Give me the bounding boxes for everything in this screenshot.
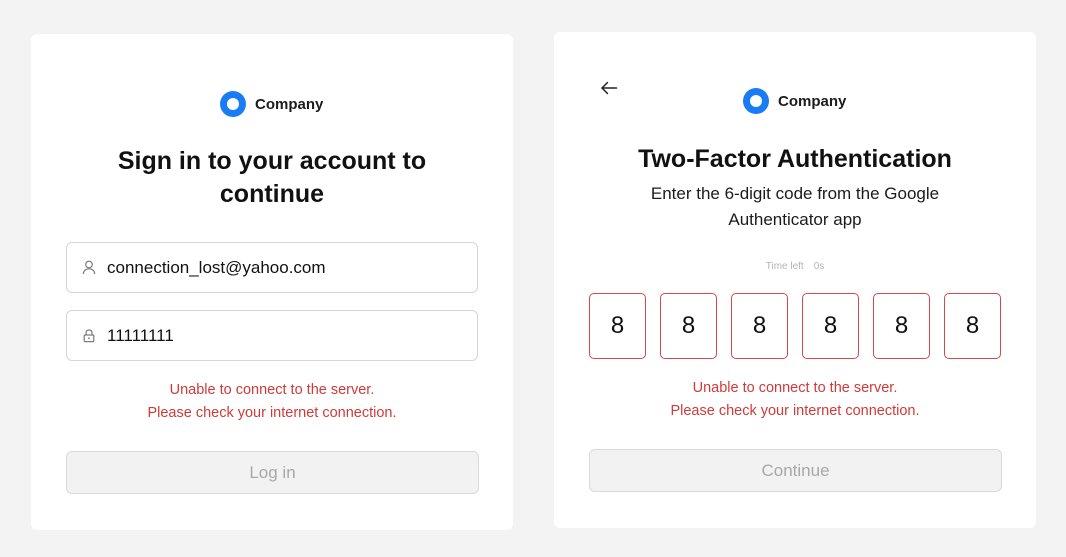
email-field[interactable] <box>66 242 478 293</box>
two-factor-card: Company Two-Factor Authentication Enter … <box>554 32 1036 528</box>
subtitle-line-1: Enter the 6-digit code from the Google <box>650 184 940 203</box>
company-logo-icon <box>743 88 769 114</box>
error-line-1: Unable to connect to the server. <box>169 382 375 398</box>
error-message: Unable to connect to the server. Please … <box>31 379 513 425</box>
error-line-2: Please check your internet connection. <box>147 405 397 421</box>
code-digit-input[interactable]: 8 <box>944 293 1001 359</box>
code-digit-input[interactable]: 8 <box>589 293 646 359</box>
code-input-group: 8 8 8 8 8 8 <box>589 293 1001 359</box>
code-digit-input[interactable]: 8 <box>660 293 717 359</box>
lock-icon <box>81 328 97 344</box>
subtitle-line-2: Authenticator app <box>728 210 862 229</box>
timer-value: 0s <box>813 261 825 272</box>
countdown-timer: Time left 0s <box>554 261 1036 272</box>
login-button[interactable]: Log in <box>66 451 479 494</box>
code-digit-input[interactable]: 8 <box>731 293 788 359</box>
user-icon <box>81 260 97 276</box>
page-subtitle: Enter the 6-digit code from the Google A… <box>554 181 1036 233</box>
page-title: Two-Factor Authentication <box>638 145 952 173</box>
brand: Company <box>220 91 323 117</box>
page-title: Sign in to your account to continue <box>31 145 513 211</box>
brand-name: Company <box>255 95 324 113</box>
arrow-left-icon[interactable] <box>598 77 620 99</box>
timer-label: Time left <box>765 261 804 272</box>
code-digit-input[interactable]: 8 <box>802 293 859 359</box>
password-input[interactable] <box>107 325 477 346</box>
password-field[interactable] <box>66 310 478 361</box>
error-message: Unable to connect to the server. Please … <box>554 377 1036 423</box>
code-digit-input[interactable]: 8 <box>873 293 930 359</box>
title-line-1: Sign in to your account to <box>117 147 427 175</box>
continue-button[interactable]: Continue <box>589 449 1002 492</box>
login-card: Company Sign in to your account to conti… <box>31 34 513 530</box>
title-line-2: continue <box>219 180 325 208</box>
error-line-1: Unable to connect to the server. <box>692 380 898 396</box>
email-input[interactable] <box>107 257 477 278</box>
brand-name: Company <box>778 92 847 110</box>
company-logo-icon <box>220 91 246 117</box>
error-line-2: Please check your internet connection. <box>670 403 920 419</box>
brand: Company <box>743 88 846 114</box>
